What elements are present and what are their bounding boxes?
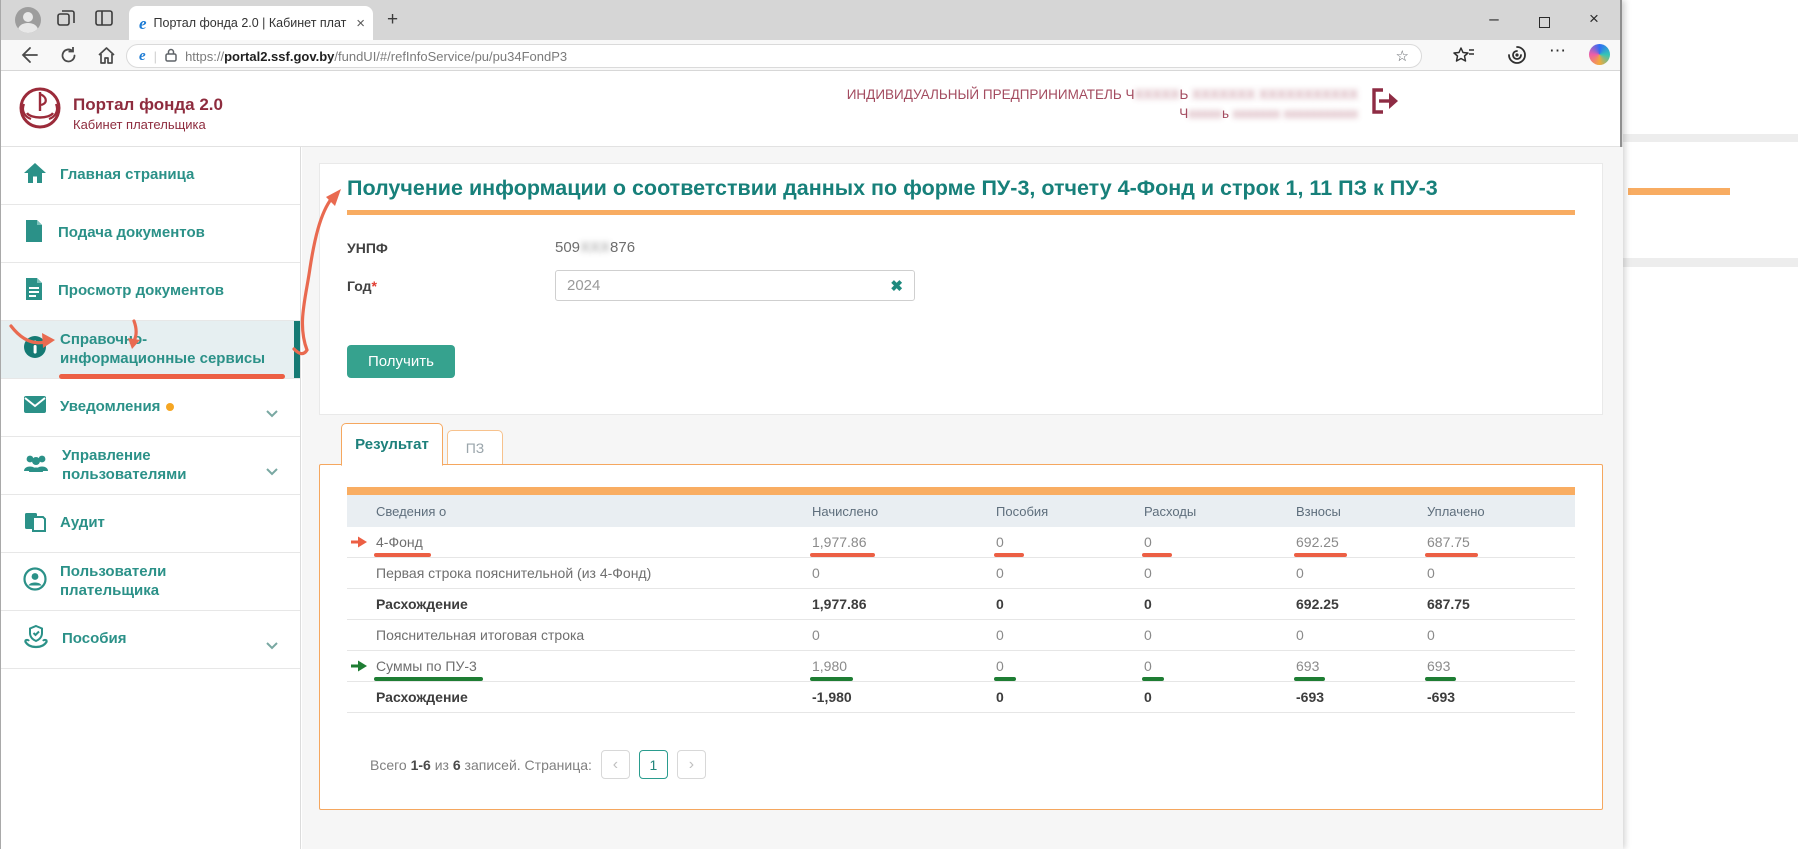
table-row[interactable]: Пояснительная итоговая строка 0 0 0 0 0 <box>347 620 1575 651</box>
benefits-shield-icon <box>23 624 49 656</box>
sidebar-item-payer-users[interactable]: Пользователи плательщика <box>1 553 300 611</box>
brand-subtitle: Кабинет плательщика <box>73 117 206 132</box>
user-circle-icon <box>23 567 47 597</box>
browser-menu-icon[interactable]: ⋯ <box>1549 41 1567 61</box>
sidebar-item-reference-services[interactable]: Справочно-информационные сервисы <box>1 321 300 379</box>
sidebar-item-view-documents[interactable]: Просмотр документов <box>1 263 300 321</box>
sidebar-item-submit-documents[interactable]: Подача документов <box>1 205 300 263</box>
pagination: Всего 1-6 из 6 записей. Страница: ‹ 1 › <box>370 750 1575 779</box>
pagination-text: Всего 1-6 из 6 записей. Страница: <box>370 757 592 773</box>
chevron-down-icon <box>266 637 278 656</box>
window-close-button[interactable]: × <box>1579 9 1609 29</box>
document-lines-icon <box>23 277 45 307</box>
home-icon[interactable] <box>97 46 116 70</box>
year-value: 2024 <box>567 277 600 294</box>
table-row[interactable]: 4-Фонд 1,977.86 0 0 692.25 687.75 <box>347 527 1575 558</box>
background-grey-band <box>1623 134 1798 142</box>
tab-groups-icon[interactable] <box>56 8 76 33</box>
table-row[interactable]: Суммы по ПУ-3 1,980 0 0 693 693 <box>347 651 1575 682</box>
year-label: Год* <box>347 278 555 294</box>
sidebar: Главная страница Подача документов Просм… <box>1 147 301 849</box>
lock-icon[interactable] <box>165 48 177 65</box>
back-icon[interactable] <box>19 46 39 69</box>
brand-title: Портал фонда 2.0 <box>73 95 223 115</box>
audit-icon <box>23 509 47 539</box>
red-arrow-icon <box>351 536 368 548</box>
sidebar-item-home[interactable]: Главная страница <box>1 147 300 205</box>
table-orange-bar <box>347 487 1575 495</box>
sidebar-item-notifications[interactable]: Уведомления <box>1 379 300 437</box>
site-header: Портал фонда 2.0 Кабинет плательщика ИНД… <box>1 71 1620 147</box>
window-minimize-button[interactable]: – <box>1479 9 1509 29</box>
background-orange-line <box>1628 188 1730 195</box>
background-window-strip <box>1623 0 1798 849</box>
users-icon <box>23 453 49 479</box>
fund-logo-icon <box>16 84 64 139</box>
redacted-text: ххххххх ххххххххххх <box>1233 106 1358 121</box>
table-header-row: Сведения о Начислено Пособия Расходы Взн… <box>347 495 1575 527</box>
pagination-page-button[interactable]: 1 <box>639 750 668 779</box>
unpf-label: УНПФ <box>347 240 555 256</box>
user-info: ИНДИВИДУАЛЬНЫЙ ПРЕДПРИНИМАТЕЛЬ ЧХХХХХЬ Х… <box>847 85 1358 123</box>
table-row[interactable]: Расхождение -1,980 0 0 -693 -693 <box>347 682 1575 713</box>
ie-favicon: e <box>139 15 147 32</box>
refresh-icon[interactable] <box>59 46 78 70</box>
table-row[interactable]: Расхождение 1,977.86 0 0 692.25 687.75 <box>347 589 1575 620</box>
pagination-prev-button[interactable]: ‹ <box>601 750 630 779</box>
page-title: Получение информации о соответствии данн… <box>347 176 1575 201</box>
home-icon <box>23 162 47 190</box>
table-row[interactable]: Первая строка пояснительной (из 4-Фонд) … <box>347 558 1575 589</box>
profile-avatar-icon[interactable] <box>15 7 41 33</box>
notification-dot <box>166 403 174 411</box>
redacted-text: ХХХХХХХ ХХХХХХХХХХХ <box>1192 87 1358 102</box>
browser-tabstrip: e Портал фонда 2.0 | Кабинет плат × + – … <box>1 0 1620 40</box>
background-grey-band <box>1623 258 1798 267</box>
chevron-down-icon <box>266 463 278 482</box>
clear-input-icon[interactable]: ✖ <box>890 277 903 295</box>
browser-window: e Портал фонда 2.0 | Кабинет плат × + – … <box>0 0 1622 849</box>
new-tab-button[interactable]: + <box>387 9 398 31</box>
user-line2: Чхххххь ххххххх ххххххххххх <box>847 104 1358 123</box>
tab-result[interactable]: Результат <box>341 423 443 466</box>
document-icon <box>23 219 45 249</box>
envelope-icon <box>23 395 47 420</box>
copilot-icon[interactable] <box>1589 44 1610 65</box>
browser-essentials-icon[interactable] <box>1507 45 1527 70</box>
redacted-text: ХХХХХ <box>1135 87 1180 102</box>
main-content: Получение информации о соответствии данн… <box>302 147 1623 849</box>
divider: | <box>154 49 157 64</box>
green-arrow-icon <box>351 660 368 672</box>
tab-close-icon[interactable]: × <box>356 16 365 31</box>
sidebar-item-audit[interactable]: Аудит <box>1 495 300 553</box>
window-maximize-button[interactable] <box>1529 13 1559 33</box>
required-asterisk: * <box>372 278 377 294</box>
redacted-text: ххххх <box>1188 106 1222 121</box>
ie-icon: e <box>139 49 146 64</box>
url-text: https://portal2.ssf.gov.by/fundUI/#/refI… <box>185 49 567 64</box>
pagination-next-button[interactable]: › <box>677 750 706 779</box>
result-panel: Сведения о Начислено Пособия Расходы Взн… <box>319 464 1603 810</box>
form-card: Получение информации о соответствии данн… <box>319 163 1603 415</box>
user-line1: ИНДИВИДУАЛЬНЫЙ ПРЕДПРИНИМАТЕЛЬ ЧХХХХХЬ Х… <box>847 85 1358 104</box>
address-bar[interactable]: e | https://portal2.ssf.gov.by/fundUI/#/… <box>126 44 1422 68</box>
tab-pz[interactable]: ПЗ <box>447 430 503 466</box>
chevron-down-icon <box>266 405 278 424</box>
title-underline <box>347 210 1575 215</box>
logout-icon[interactable] <box>1368 86 1402 121</box>
favorites-bar-icon[interactable] <box>1453 45 1475 70</box>
vertical-tabs-icon[interactable] <box>94 8 114 33</box>
browser-tab[interactable]: e Портал фонда 2.0 | Кабинет плат × <box>129 6 373 40</box>
year-input[interactable]: 2024 ✖ <box>555 270 915 301</box>
sidebar-item-user-management[interactable]: Управление пользователями <box>1 437 300 495</box>
unpf-value: 509ХХХ876 <box>555 239 1575 256</box>
sidebar-item-benefits[interactable]: Пособия <box>1 611 300 669</box>
info-circle-icon <box>23 335 47 365</box>
favorite-star-icon[interactable]: ☆ <box>1396 47 1409 65</box>
redacted-text: ХХХ <box>580 239 610 256</box>
tab-title: Портал фонда 2.0 | Кабинет плат <box>154 16 350 30</box>
submit-button[interactable]: Получить <box>347 345 455 378</box>
